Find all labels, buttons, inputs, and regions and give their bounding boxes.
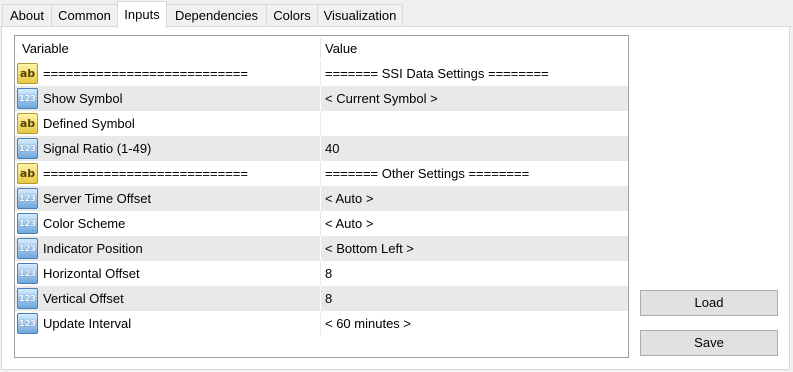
tab-visualization[interactable]: Visualization: [317, 4, 403, 27]
tab-dependencies[interactable]: Dependencies: [166, 4, 267, 27]
variable-value[interactable]: < Current Symbol >: [325, 91, 438, 106]
variable-name: Vertical Offset: [43, 291, 124, 306]
cell-separator: [320, 211, 321, 236]
variable-value[interactable]: < Auto >: [325, 191, 373, 206]
variable-name: ===========================: [43, 66, 248, 81]
variable-name: Horizontal Offset: [43, 266, 140, 281]
variable-value[interactable]: 40: [325, 141, 339, 156]
number-type-icon: 123: [17, 288, 38, 309]
cell-separator: [320, 261, 321, 286]
tab-common[interactable]: Common: [51, 4, 118, 27]
table-row[interactable]: ab =========================== ======= SSI…: [15, 61, 628, 86]
load-button[interactable]: Load: [640, 290, 778, 316]
string-type-icon: ab: [17, 163, 38, 184]
number-type-icon: 123: [17, 263, 38, 284]
table-row[interactable]: 123 Horizontal Offset 8: [15, 261, 628, 286]
variable-value[interactable]: 8: [325, 266, 332, 281]
column-divider[interactable]: [320, 38, 321, 59]
column-header-value[interactable]: Value: [325, 41, 357, 56]
cell-separator: [320, 286, 321, 311]
number-type-icon: 123: [17, 88, 38, 109]
table-row[interactable]: 123 Server Time Offset < Auto >: [15, 186, 628, 211]
variable-name: Indicator Position: [43, 241, 143, 256]
variable-name: Update Interval: [43, 316, 132, 331]
table-row[interactable]: 123 Show Symbol < Current Symbol >: [15, 86, 628, 111]
cell-separator: [320, 111, 321, 136]
number-type-icon: 123: [17, 238, 38, 259]
cell-separator: [320, 311, 321, 336]
variable-value[interactable]: 8: [325, 291, 332, 306]
number-type-icon: 123: [17, 213, 38, 234]
variable-value[interactable]: ======= Other Settings ========: [325, 166, 529, 181]
cell-separator: [320, 161, 321, 186]
tab-about[interactable]: About: [2, 4, 52, 27]
number-type-icon: 123: [17, 188, 38, 209]
tab-colors[interactable]: Colors: [266, 4, 318, 27]
variable-name: Signal Ratio (1-49): [43, 141, 152, 156]
number-type-icon: 123: [17, 138, 38, 159]
variable-value[interactable]: < Bottom Left >: [325, 241, 414, 256]
variable-value[interactable]: < 60 minutes >: [325, 316, 411, 331]
variable-name: Server Time Offset: [43, 191, 152, 206]
variable-name: Defined Symbol: [43, 116, 135, 131]
variable-value[interactable]: ======= SSI Data Settings ========: [325, 66, 549, 81]
variable-value[interactable]: < Auto >: [325, 216, 373, 231]
table-row[interactable]: 123 Indicator Position < Bottom Left >: [15, 236, 628, 261]
tab-bar: About Common Inputs Dependencies Colors …: [0, 0, 793, 28]
table-row[interactable]: 123 Signal Ratio (1-49) 40: [15, 136, 628, 161]
inputs-grid: Variable Value ab =======================…: [14, 35, 629, 358]
table-row[interactable]: 123 Color Scheme < Auto >: [15, 211, 628, 236]
cell-separator: [320, 136, 321, 161]
string-type-icon: ab: [17, 113, 38, 134]
cell-separator: [320, 61, 321, 86]
table-row[interactable]: 123 Vertical Offset 8: [15, 286, 628, 311]
save-button[interactable]: Save: [640, 330, 778, 356]
cell-separator: [320, 86, 321, 111]
cell-separator: [320, 186, 321, 211]
number-type-icon: 123: [17, 313, 38, 334]
table-row[interactable]: 123 Update Interval < 60 minutes >: [15, 311, 628, 336]
variable-name: Color Scheme: [43, 216, 126, 231]
table-row[interactable]: ab Defined Symbol: [15, 111, 628, 136]
variable-name: Show Symbol: [43, 91, 123, 106]
tab-inputs[interactable]: Inputs: [117, 1, 167, 28]
string-type-icon: ab: [17, 63, 38, 84]
table-row[interactable]: ab =========================== ======= Oth…: [15, 161, 628, 186]
cell-separator: [320, 236, 321, 261]
variable-name: ===========================: [43, 166, 248, 181]
column-header-variable[interactable]: Variable: [22, 41, 69, 56]
grid-header: Variable Value: [15, 36, 628, 61]
